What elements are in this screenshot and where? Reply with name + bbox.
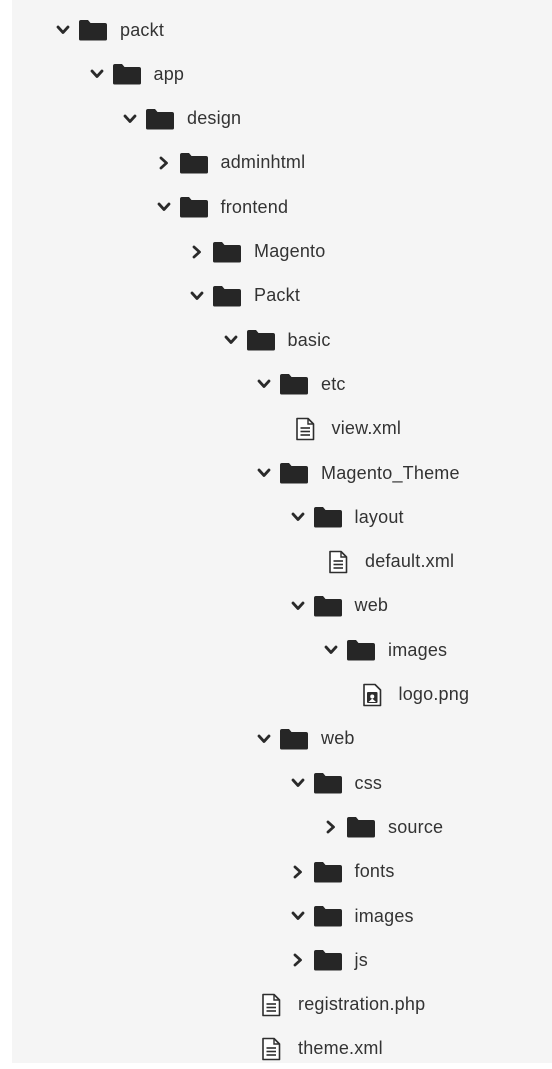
chevron-down-icon[interactable] [157,187,179,227]
tree-item-label: packt [120,19,165,40]
tree-item-images[interactable]: images [324,630,447,670]
tree-item-frontend[interactable]: frontend [157,187,289,227]
chevron-down-icon[interactable] [123,99,145,139]
tree-item-adminhtml[interactable]: adminhtml [157,143,306,183]
folder-icon [212,285,242,307]
tree-item-label: images [388,639,448,660]
tree-item-label: fonts [354,861,395,882]
folder-icon [145,108,175,130]
tree-item-app[interactable]: app [90,54,185,94]
folder-icon [313,595,343,617]
folder-icon [246,329,276,351]
tree-item-default-xml[interactable]: default.xml [327,542,454,582]
tree-item-basic[interactable]: basic [224,320,331,360]
chevron-down-icon[interactable] [257,364,279,404]
folder-icon [179,152,209,174]
tree-item-label: css [354,772,383,793]
chevron-right-icon[interactable] [291,852,313,892]
folder-icon [346,816,376,838]
tree-item-registration-php[interactable]: registration.php [260,985,425,1025]
tree-item-web[interactable]: web [257,719,355,759]
tree-item-layout[interactable]: layout [291,497,404,537]
tree-item-label: js [354,949,368,970]
tree-item-web[interactable]: web [291,586,389,626]
tree-item-label: view.xml [331,418,402,439]
tree-item-fonts[interactable]: fonts [291,852,395,892]
file-tree-panel: packt app design adminhtml frontend Magento Pa… [12,0,552,1063]
tree-item-label: images [354,905,414,926]
tree-item-label: etc [321,373,346,394]
tree-item-label: source [388,816,444,837]
tree-item-packt[interactable]: packt [56,10,164,50]
tree-item-label: registration.php [298,994,426,1015]
folder-icon [279,462,309,484]
tree-item-js[interactable]: js [291,940,368,980]
tree-item-packt[interactable]: Packt [190,276,300,316]
tree-item-label: Magento_Theme [321,462,460,483]
folder-icon [279,728,309,750]
document-icon [260,1036,282,1062]
tree-item-label: default.xml [365,551,455,572]
tree-item-css[interactable]: css [291,763,383,803]
tree-item-label: theme.xml [298,1038,383,1059]
folder-icon [313,905,343,927]
chevron-down-icon[interactable] [291,497,313,537]
folder-icon [179,196,209,218]
folder-icon [313,949,343,971]
chevron-down-icon[interactable] [90,54,112,94]
tree-item-etc[interactable]: etc [257,364,346,404]
document-icon [260,992,282,1018]
chevron-right-icon[interactable] [157,143,179,183]
tree-item-label: web [321,728,355,749]
chevron-right-icon[interactable] [190,232,212,272]
tree-item-images[interactable]: images [291,896,414,936]
chevron-down-icon[interactable] [190,276,212,316]
folder-icon [313,861,343,883]
tree-item-label: layout [354,506,404,527]
tree-item-view-xml[interactable]: view.xml [294,409,402,449]
chevron-down-icon[interactable] [291,763,313,803]
chevron-down-icon[interactable] [291,586,313,626]
folder-icon [112,63,142,85]
folder-icon [78,19,108,41]
chevron-down-icon[interactable] [56,10,78,50]
folder-icon [279,373,309,395]
tree-item-label: Magento [254,241,326,261]
tree-item-source[interactable]: source [324,807,443,847]
folder-icon [313,506,343,528]
tree-item-logo-png[interactable]: logo.png [361,675,470,715]
chevron-right-icon[interactable] [291,940,313,980]
tree-item-label: adminhtml [220,152,306,173]
tree-item-label: app [153,63,185,84]
image-file-icon [361,682,383,708]
chevron-down-icon[interactable] [324,630,346,670]
tree-item-label: basic [287,329,331,350]
chevron-down-icon[interactable] [224,320,246,360]
tree-item-label: web [354,595,389,616]
folder-icon [346,639,376,661]
folder-icon [212,241,242,263]
document-icon [327,549,349,575]
document-icon [294,416,316,442]
tree-item-label: design [187,108,242,129]
tree-item-label: Packt [254,285,301,306]
chevron-down-icon[interactable] [257,719,279,759]
tree-item-label: frontend [220,196,289,217]
tree-item-magento[interactable]: Magento [190,232,325,272]
chevron-down-icon[interactable] [257,453,279,493]
folder-icon [313,772,343,794]
chevron-down-icon[interactable] [291,896,313,936]
tree-item-magento-theme[interactable]: Magento_Theme [257,453,460,493]
tree-item-label: logo.png [398,684,470,704]
tree-item-design[interactable]: design [123,99,241,139]
chevron-right-icon[interactable] [324,807,346,847]
